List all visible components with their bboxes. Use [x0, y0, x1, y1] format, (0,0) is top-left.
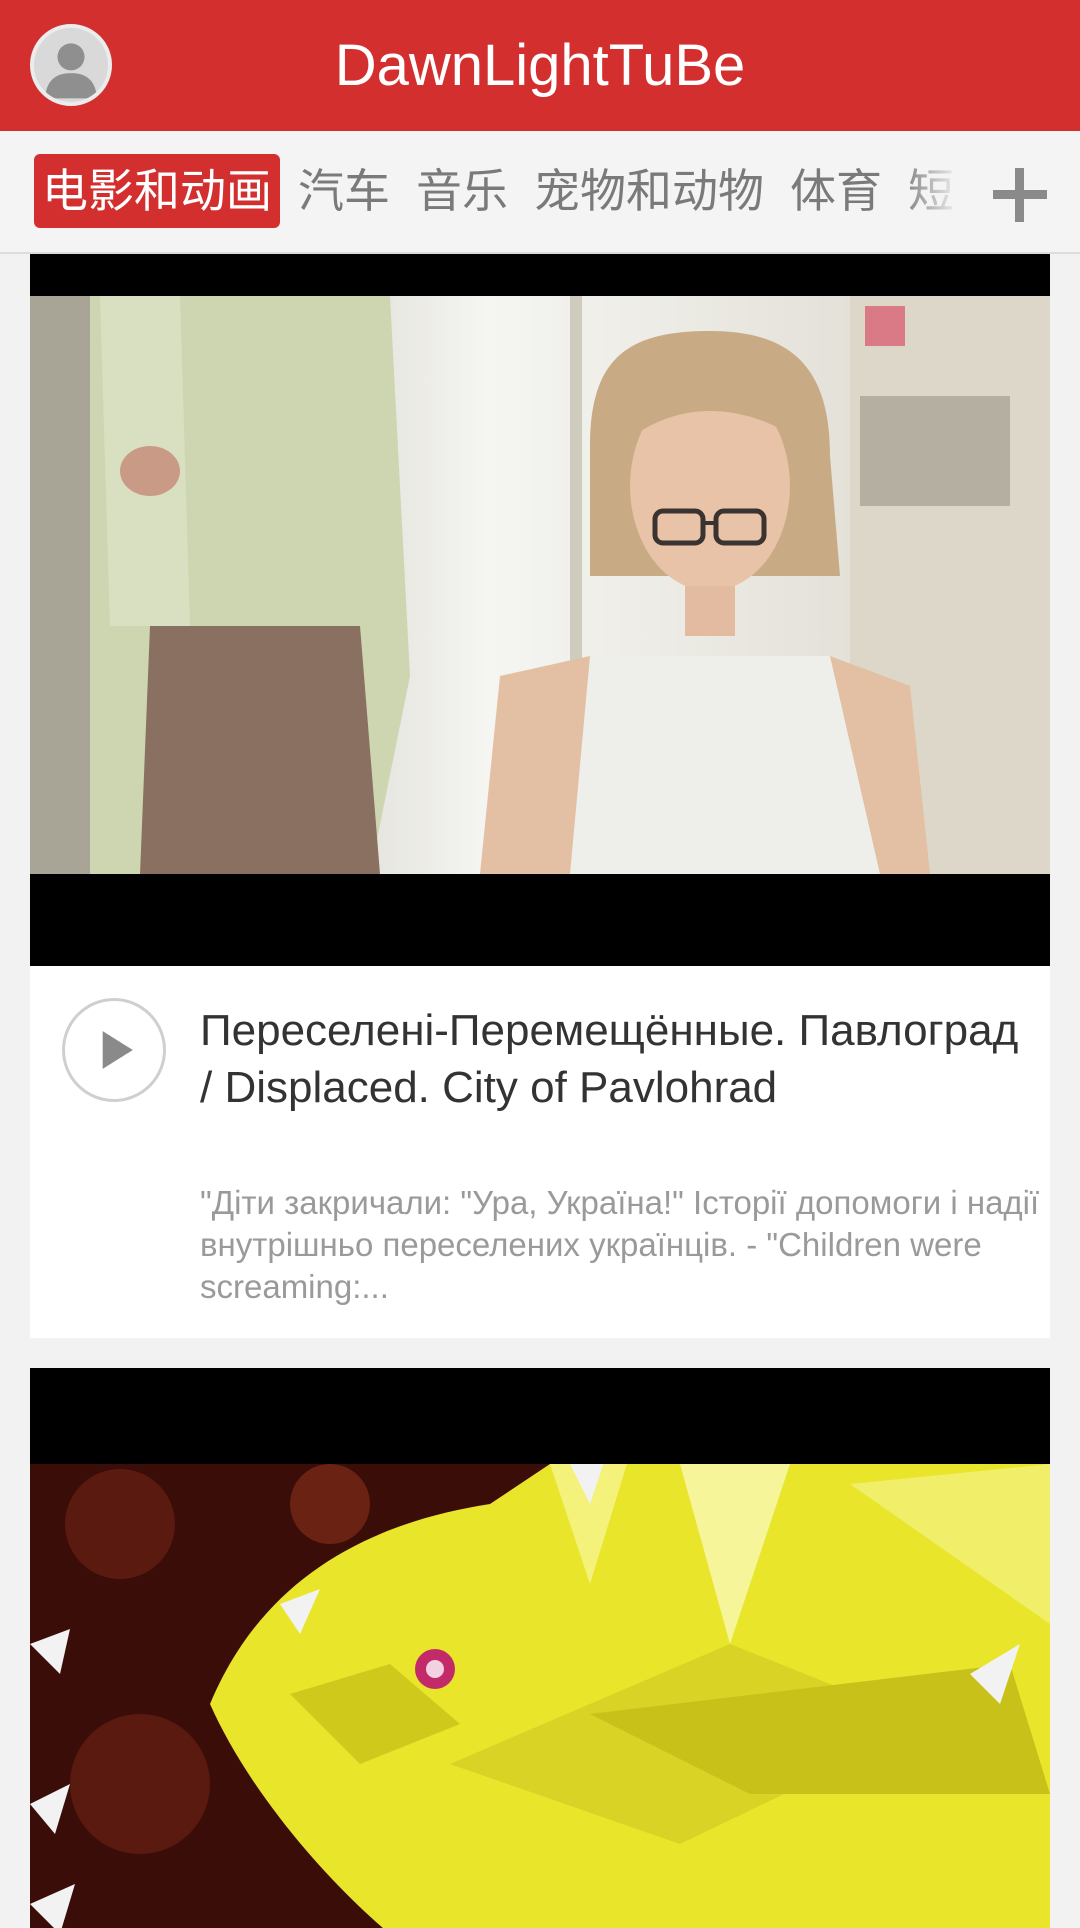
- add-category-button[interactable]: [985, 160, 1055, 230]
- tab-scroll-fade: [900, 131, 960, 251]
- app-header: DawnLightTuBe: [0, 0, 1080, 131]
- tab-music[interactable]: 音乐: [408, 154, 516, 228]
- tab-movies-animation[interactable]: 电影和动画: [34, 154, 280, 228]
- play-button[interactable]: [62, 998, 166, 1102]
- video-thumbnail-image: [30, 1464, 1050, 1928]
- video-thumbnail[interactable]: [30, 1368, 1050, 1928]
- plus-icon: [993, 168, 1047, 222]
- tab-pets-animals[interactable]: 宠物和动物: [526, 154, 772, 228]
- video-thumbnail-image: [30, 296, 1050, 874]
- app-title: DawnLightTuBe: [334, 33, 746, 98]
- tab-cars[interactable]: 汽车: [290, 154, 398, 228]
- video-title[interactable]: Переселені-Перемещённые. Павлоград / Dis…: [200, 1002, 1020, 1116]
- user-avatar-icon[interactable]: [30, 24, 112, 106]
- video-thumbnail[interactable]: [30, 254, 1050, 966]
- video-description: "Діти закричали: "Ура, Україна!" Історії…: [200, 1184, 1040, 1305]
- play-icon: [102, 1031, 133, 1069]
- video-card[interactable]: Переселені-Перемещённые. Павлоград / Dis…: [30, 254, 1050, 1338]
- tab-sports[interactable]: 体育: [782, 154, 890, 228]
- category-tabs: 电影和动画汽车音乐宠物和动物体育短: [34, 154, 954, 230]
